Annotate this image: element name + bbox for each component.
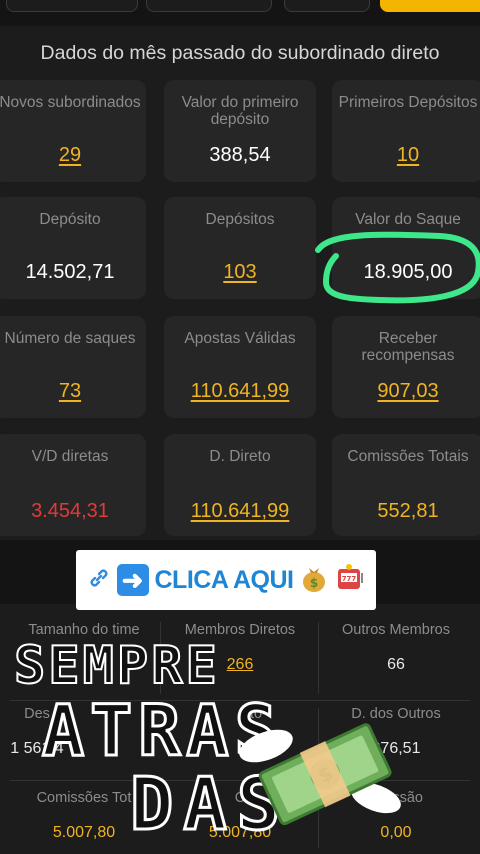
banner-text: CLICA AQUI [154, 565, 294, 594]
svg-text:777: 777 [342, 575, 357, 583]
overlay-text-line1: SEMPRE [13, 635, 220, 697]
money-bag-icon: $ [299, 563, 329, 598]
slot-machine-icon: 777 [335, 563, 365, 598]
clica-aqui-banner[interactable]: ➜ CLICA AQUI $ 777 [76, 550, 376, 610]
link-icon [87, 566, 111, 595]
svg-text:$: $ [310, 576, 318, 590]
flying-money-icon: $ [239, 723, 401, 826]
right-arrow-icon: ➜ [116, 564, 149, 596]
